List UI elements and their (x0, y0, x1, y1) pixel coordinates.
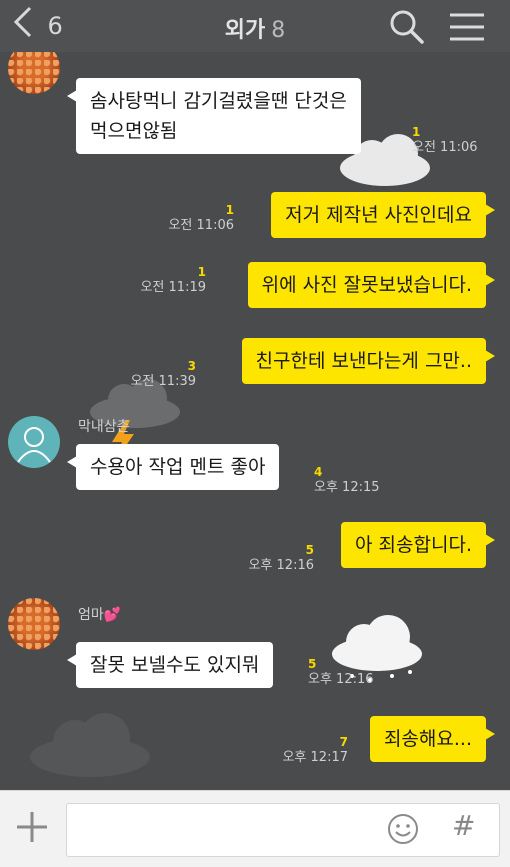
unread-count: 1 (225, 203, 234, 217)
member-count: 8 (271, 18, 286, 43)
unread-count: 7 (339, 735, 348, 749)
message-meta: 4 오후 12:15 (314, 464, 380, 496)
emoticon-button[interactable] (387, 813, 419, 845)
unread-count: 5 (308, 657, 317, 671)
default-profile-icon (17, 427, 51, 463)
message-meta: 1 오전 11:06 (412, 124, 478, 156)
search-icon (390, 10, 424, 44)
message-meta: 5 오후 12:16 (230, 542, 314, 574)
smiley-icon (388, 814, 418, 844)
message-bubble-incoming[interactable]: 솜사탕먹니 감기걸렸을땐 단것은 먹으면않됨 (67, 78, 361, 154)
unread-count: 1 (197, 265, 206, 279)
message-meta: 1 오전 11:19 (122, 264, 206, 296)
hash-search-button[interactable]: # (452, 809, 475, 842)
hash-icon: # (452, 809, 476, 842)
message-time: 오전 11:19 (140, 280, 206, 295)
message-time: 오후 12:17 (282, 750, 348, 765)
message-meta: 7 오후 12:17 (264, 734, 348, 766)
message-bubble-outgoing[interactable]: 저거 제작년 사진인데요 (271, 192, 495, 238)
avatar[interactable] (8, 416, 60, 468)
sender-name-text: 엄마 (78, 607, 104, 623)
message-time: 오후 12:16 (248, 558, 314, 573)
message-time: 오후 12:16 (308, 672, 374, 687)
chat-area[interactable]: 솜사탕먹니 감기걸렸을땐 단것은 먹으면않됨 1 오전 11:06 1 오전 1… (0, 52, 510, 790)
message-time: 오전 11:39 (130, 374, 196, 389)
cloud-icon (30, 713, 150, 777)
sender-name: 엄마💕 (78, 604, 121, 624)
heart-icon: 💕 (103, 607, 122, 623)
message-meta: 3 오전 11:39 (112, 358, 196, 390)
message-bubble-outgoing[interactable]: 죄송해요... (369, 716, 496, 762)
message-time: 오전 11:06 (168, 218, 234, 233)
message-time: 오후 12:15 (314, 480, 380, 495)
avatar[interactable] (8, 52, 60, 94)
unread-count: 3 (187, 359, 196, 373)
unread-count: 4 (314, 465, 323, 479)
message-bubble-outgoing[interactable]: 친구한테 보낸다는게 그만.. (241, 338, 496, 384)
unread-count: 1 (412, 125, 421, 139)
message-meta: 1 오전 11:06 (150, 202, 234, 234)
room-name: 외가 (224, 18, 266, 43)
attach-button[interactable] (14, 809, 50, 845)
unread-count: 5 (305, 543, 314, 557)
message-input[interactable] (66, 803, 500, 857)
message-time: 오전 11:06 (412, 140, 478, 155)
plus-icon (17, 812, 47, 842)
message-input-bar: # (0, 790, 510, 867)
avatar[interactable] (8, 598, 60, 650)
menu-button[interactable] (448, 8, 486, 46)
sender-name: 막내삼촌 (78, 419, 130, 435)
search-button[interactable] (388, 8, 426, 46)
message-bubble-outgoing[interactable]: 위에 사진 잘못보냈습니다. (247, 262, 496, 308)
message-bubble-incoming[interactable]: 수용아 작업 멘트 좋아 (66, 444, 280, 490)
message-bubble-incoming[interactable]: 잘못 보넬수도 있지뭐 (66, 642, 274, 688)
chat-header: 6 외가 8 (0, 0, 510, 52)
menu-icon (450, 13, 484, 41)
message-bubble-outgoing[interactable]: 아 죄송합니다. (341, 522, 495, 568)
message-meta: 5 오후 12:16 (308, 656, 374, 688)
chat-title: 외가 8 (0, 12, 510, 44)
